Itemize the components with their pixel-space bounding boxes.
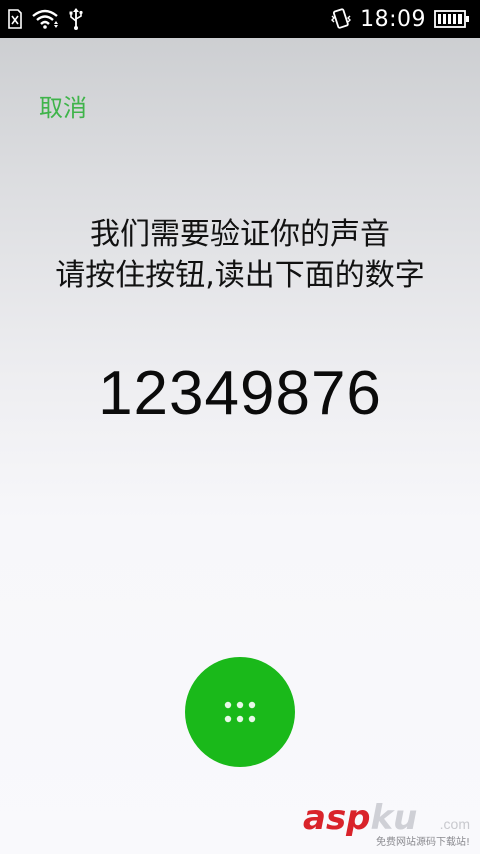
prompt-line-2: 请按住按钮,读出下面的数字 — [55, 258, 425, 293]
status-time: 18:09 — [360, 6, 426, 32]
battery-icon — [434, 9, 470, 29]
watermark: aspku .com 免费网站源码下载站! — [299, 800, 474, 848]
wifi-icon — [32, 9, 58, 29]
watermark-brand-b: ku — [370, 798, 418, 838]
verification-digits: 12349876 — [98, 359, 382, 428]
voice-prompt: 我们需要验证你的声音 请按住按钮,读出下面的数字 — [0, 214, 480, 296]
watermark-logo: aspku — [303, 800, 417, 836]
sim-slot-icon — [8, 9, 22, 29]
usb-icon — [68, 8, 84, 30]
watermark-subtitle: 免费网站源码下载站! — [375, 837, 470, 848]
status-bar: 18:09 — [0, 0, 480, 38]
hold-to-speak-button[interactable] — [185, 657, 295, 767]
watermark-suffix: .com — [439, 816, 470, 832]
cancel-button[interactable]: 取消 — [39, 88, 87, 123]
prompt-line-1: 我们需要验证你的声音 — [90, 217, 390, 252]
keypad-dots-icon — [224, 701, 256, 723]
status-left — [8, 7, 84, 31]
vibrate-icon — [330, 8, 352, 30]
watermark-brand-a: asp — [303, 798, 371, 838]
status-right: 18:09 — [330, 6, 470, 32]
